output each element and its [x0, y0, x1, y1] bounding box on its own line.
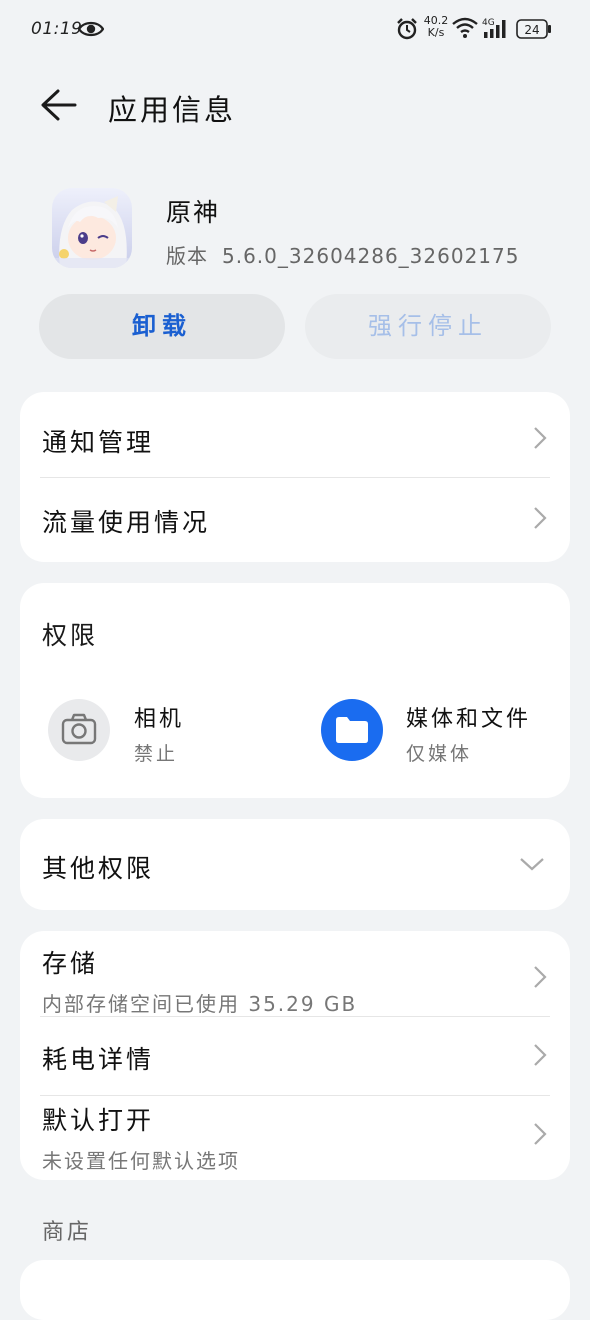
permission-camera-name: 相机 — [134, 707, 185, 732]
signal-icon: 4G — [482, 18, 506, 38]
net-speed: 40.2 K/s — [423, 15, 449, 39]
network-type: 4G — [482, 18, 495, 28]
uninstall-button[interactable]: 卸载 — [39, 294, 285, 359]
status-time: 01:19 — [31, 19, 83, 39]
storage-sub: 内部存储空间已使用 35.29 GB — [42, 992, 358, 1016]
chevron-right-icon — [534, 1044, 547, 1066]
alarm-icon — [397, 18, 417, 40]
permissions-card: 权限 相机 禁止 媒体和文件 仅媒体 — [20, 583, 570, 798]
data-usage-label: 流量使用情况 — [42, 508, 211, 537]
other-permissions-row[interactable]: 其他权限 — [20, 819, 570, 910]
header: 应用信息 — [0, 60, 590, 150]
battery-usage-label: 耗电详情 — [42, 1045, 155, 1074]
version-label: 版本 — [166, 244, 208, 268]
general-settings-card: 通知管理 流量使用情况 — [20, 392, 570, 562]
notification-management-row[interactable]: 通知管理 — [20, 392, 570, 477]
storage-label: 存储 — [42, 949, 99, 978]
wifi-icon — [452, 17, 478, 38]
store-card[interactable] — [20, 1260, 570, 1320]
battery-level: 24 — [524, 23, 539, 37]
app-version: 版本 5.6.0_32604286_32602175 — [166, 240, 533, 269]
other-permissions-label: 其他权限 — [42, 854, 155, 883]
permissions-title: 权限 — [42, 621, 99, 650]
app-name: 原神 — [166, 198, 221, 227]
app-icon — [52, 188, 132, 268]
page-title: 应用信息 — [108, 93, 237, 127]
app-logo-icon — [52, 188, 132, 268]
open-by-default-sub: 未设置任何默认选项 — [42, 1149, 240, 1173]
permission-media-status: 仅媒体 — [406, 743, 473, 765]
open-by-default-row[interactable]: 默认打开 未设置任何默认选项 — [20, 1096, 570, 1180]
eye-icon — [78, 21, 104, 37]
battery-usage-row[interactable]: 耗电详情 — [20, 1017, 570, 1095]
chevron-right-icon — [534, 1123, 547, 1145]
force-stop-button[interactable]: 强行停止 — [305, 294, 551, 359]
back-arrow-icon[interactable] — [38, 88, 78, 122]
battery-indicator: 24 — [516, 19, 552, 39]
chevron-down-icon — [520, 858, 544, 871]
battery-icon: 24 — [516, 19, 551, 39]
folder-icon — [321, 699, 383, 761]
details-card: 存储 内部存储空间已使用 35.29 GB 耗电详情 默认打开 未设置任何默认选… — [20, 931, 570, 1180]
store-section-label: 商店 — [42, 1220, 93, 1245]
storage-row[interactable]: 存储 内部存储空间已使用 35.29 GB — [20, 931, 570, 1016]
net-speed-unit: K/s — [427, 26, 445, 39]
notification-management-label: 通知管理 — [42, 428, 155, 457]
open-by-default-label: 默认打开 — [42, 1106, 155, 1135]
camera-icon — [48, 699, 110, 761]
chevron-right-icon — [534, 507, 547, 529]
chevron-right-icon — [534, 427, 547, 449]
chevron-right-icon — [534, 966, 547, 988]
permission-camera-status: 禁止 — [134, 743, 179, 765]
permission-media-name: 媒体和文件 — [406, 707, 532, 732]
version-number: 5.6.0_32604286_32602175 — [222, 244, 520, 268]
status-bar: 01:19 40.2 K/s 4G 24 — [0, 0, 590, 60]
data-usage-row[interactable]: 流量使用情况 — [20, 478, 570, 562]
